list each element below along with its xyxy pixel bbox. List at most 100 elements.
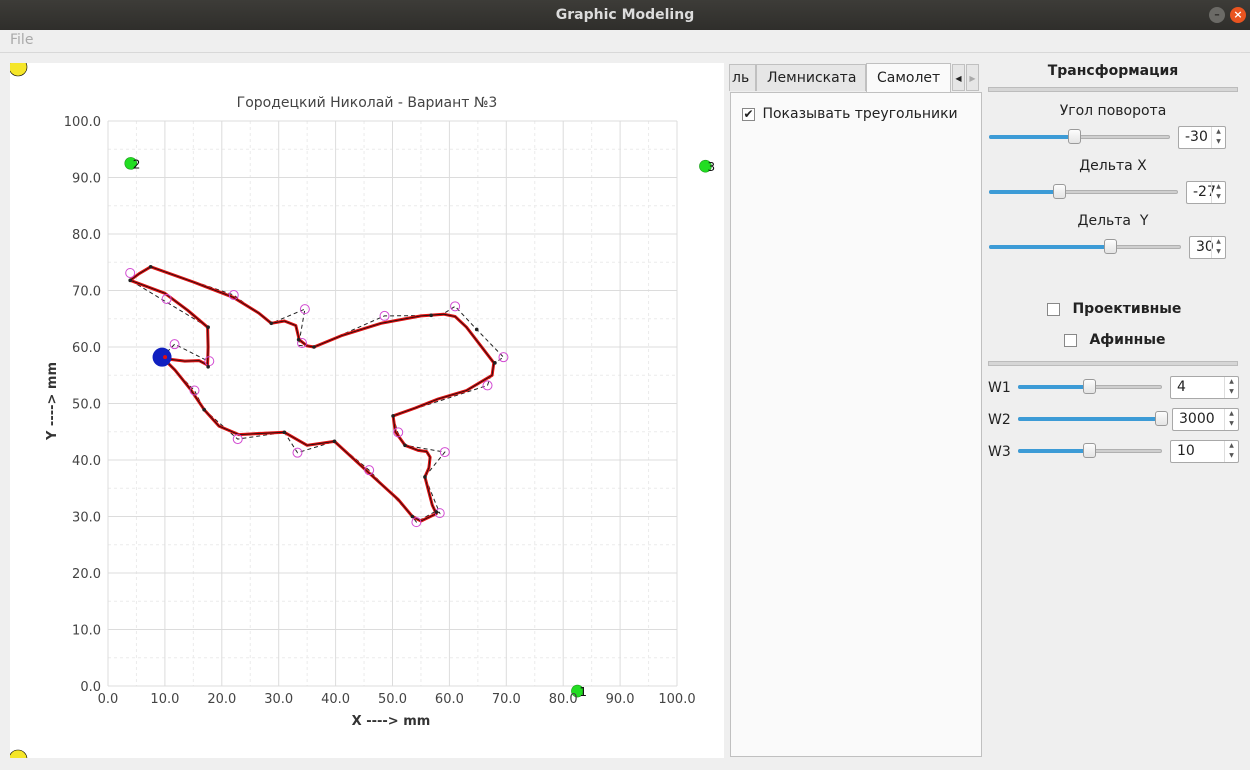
x-tick-label: 30.0 [264,692,293,707]
minimize-button[interactable]: – [1209,7,1225,23]
node-point [206,364,210,369]
y-tick-label: 30.0 [72,511,101,526]
projective-checkbox[interactable] [1047,302,1060,316]
tick-layer: 0.0 10.0 20.0 30.0 40.0 50.0 60.0 70.0 80.0 90.0 1… [64,115,696,707]
point-layer: 2 3 1 [124,157,715,699]
spin-up-icon[interactable]: ▲ [1225,377,1238,387]
spin-up-icon[interactable]: ▲ [1212,237,1225,247]
delta-y-spinbox[interactable]: 30 ▲ ▼ [1189,236,1226,259]
plot-area[interactable]: 2 3 1 0.0 10.0 20.0 30.0 40.0 50.0 60.0 70.0 80.0 9… [10,63,724,758]
w2-spinbox[interactable]: 3000 ▲ ▼ [1172,408,1239,431]
tab-airplane[interactable]: Самолет [866,63,951,93]
projective-label: Проективные [1072,301,1182,317]
anchor-point [152,347,172,367]
marker-label-3: 3 [707,160,715,174]
tab-scroll-left-button[interactable]: ◀ [952,64,965,91]
window-title: Graphic Modeling [555,7,695,23]
w3-value[interactable]: 10 [1177,443,1195,459]
y-tick-label: 90.0 [72,172,101,187]
rotation-value[interactable]: -30 [1185,129,1208,145]
show-triangles-checkbox[interactable]: ✔ [742,107,755,121]
delta-x-spin-arrows[interactable]: ▲ ▼ [1211,182,1225,203]
chart-title: Городецкий Николай - Вариант №3 [237,95,498,111]
control-polyline-layer [129,266,505,523]
w1-spin-arrows[interactable]: ▲ ▼ [1224,377,1238,398]
menu-file[interactable]: File [10,32,33,48]
airplane-curve [128,265,496,523]
w1-slider-handle[interactable] [1082,379,1096,394]
y-tick-label: 70.0 [72,285,101,300]
control-point [125,267,136,278]
node-point [202,407,206,412]
w1-spinbox[interactable]: 4 ▲ ▼ [1170,376,1239,399]
corner-handle-bottom[interactable] [10,749,28,758]
w3-spin-arrows[interactable]: ▲ ▼ [1224,441,1238,462]
projective-option[interactable]: Проективные [1047,301,1181,317]
x-tick-label: 40.0 [321,692,350,707]
chart[interactable]: 2 3 1 0.0 10.0 20.0 30.0 40.0 50.0 60.0 70.0 80.0 9… [10,63,724,758]
spin-down-icon[interactable]: ▼ [1212,247,1225,257]
node-point [312,345,316,349]
spin-down-icon[interactable]: ▼ [1212,192,1225,202]
tab-partial[interactable]: ль [729,64,756,91]
x-tick-label: 100.0 [658,692,695,707]
rotation-spinbox[interactable]: -30 ▲ ▼ [1178,126,1226,149]
spin-down-icon[interactable]: ▼ [1212,137,1225,147]
y-tick-label: 80.0 [72,228,101,243]
w1-value[interactable]: 4 [1177,379,1186,395]
spin-up-icon[interactable]: ▲ [1212,127,1225,137]
affine-option[interactable]: Афинные [1064,332,1166,348]
w3-spinbox[interactable]: 10 ▲ ▼ [1170,440,1239,463]
window-titlebar: Graphic Modeling – × [0,0,1250,30]
w2-slider[interactable] [1018,411,1168,427]
rotation-spin-arrows[interactable]: ▲ ▼ [1211,127,1225,148]
rotation-slider-handle[interactable] [1068,129,1082,144]
w2-label: W2 [988,412,1011,428]
control-polyline [129,266,505,523]
spin-down-icon[interactable]: ▼ [1225,419,1238,429]
spin-up-icon[interactable]: ▲ [1225,409,1238,419]
node-point [474,327,479,332]
w3-slider-handle[interactable] [1082,443,1096,458]
curve-layer [128,265,496,523]
node-point [128,278,132,283]
rotation-slider[interactable] [989,129,1170,145]
show-triangles-label: Показывать треугольники [762,106,958,122]
w2-spin-arrows[interactable]: ▲ ▼ [1224,409,1238,430]
marker-label-1: 1 [579,685,587,699]
close-button[interactable]: × [1230,7,1246,23]
delta-y-slider[interactable] [989,239,1181,255]
tab-bar: ль Лемниската Самолет ◀ ▶ [729,63,983,93]
w2-value[interactable]: 3000 [1179,411,1215,427]
delta-x-slider[interactable] [989,184,1178,200]
affine-checkbox[interactable] [1064,333,1077,347]
control-point [299,304,310,315]
show-triangles-option[interactable]: ✔ Показывать треугольники [742,106,958,122]
x-axis-label: X ----> mm [352,714,431,729]
corner-handle-top[interactable] [10,63,28,77]
menubar: File [0,30,1250,53]
delta-x-spinbox[interactable]: -27 ▲ ▼ [1186,181,1226,204]
w2-slider-handle[interactable] [1155,411,1168,426]
tab-scroll-right-button[interactable]: ▶ [966,64,979,91]
spin-up-icon[interactable]: ▲ [1212,182,1225,192]
x-tick-label: 10.0 [150,692,179,707]
y-tick-label: 50.0 [72,398,101,413]
w3-slider[interactable] [1018,443,1162,459]
tab-lemniscate[interactable]: Лемниската [756,64,866,91]
x-tick-label: 80.0 [549,692,578,707]
delta-x-slider-handle[interactable] [1052,184,1066,199]
x-tick-label: 60.0 [435,692,464,707]
node-point [206,325,210,330]
node-point [391,414,395,418]
delta-y-slider-handle[interactable] [1103,239,1117,254]
node-point [423,475,427,479]
spin-down-icon[interactable]: ▼ [1225,387,1238,397]
w1-slider[interactable] [1018,379,1162,395]
spin-down-icon[interactable]: ▼ [1225,451,1238,461]
node-point [403,443,407,448]
node-point [269,321,274,326]
spin-up-icon[interactable]: ▲ [1225,441,1238,451]
x-tick-label: 50.0 [378,692,407,707]
delta-y-spin-arrows[interactable]: ▲ ▼ [1211,237,1225,258]
